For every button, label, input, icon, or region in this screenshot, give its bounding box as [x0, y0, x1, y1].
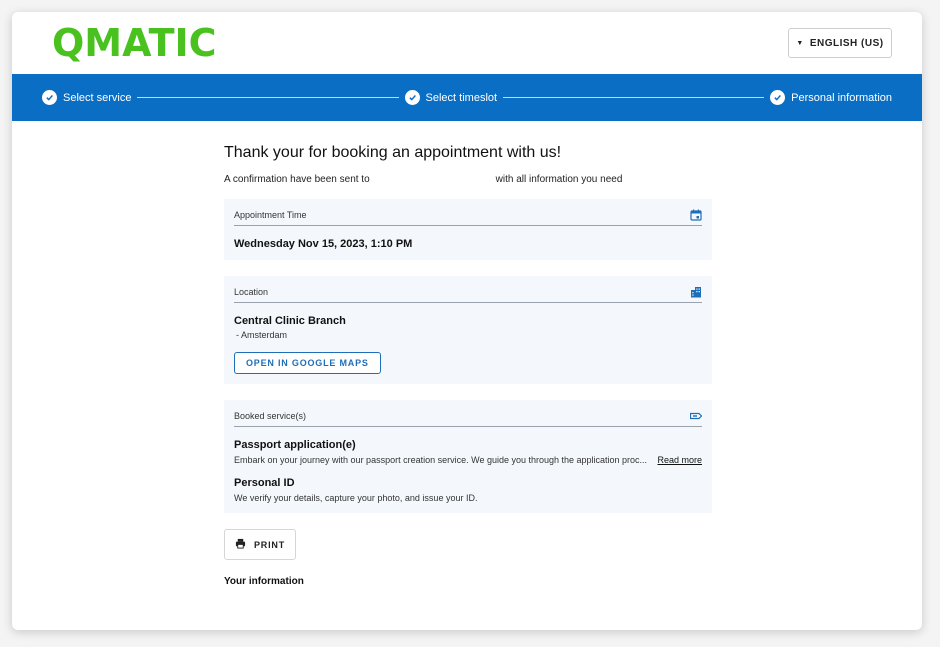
confirmation-content: Thank your for booking an appointment wi…	[224, 144, 712, 587]
card-label: Booked service(s)	[234, 411, 307, 421]
redacted-email	[370, 174, 496, 185]
location-card: Location Central Clinic Branch - Amsterd…	[224, 276, 712, 384]
confirmation-prefix: A confirmation have been sent to	[224, 174, 370, 185]
card-header: Appointment Time	[234, 209, 702, 226]
card-header: Location	[234, 286, 702, 303]
step-label: Personal information	[791, 91, 892, 104]
step-label: Select service	[63, 91, 132, 104]
step-select-service[interactable]: Select service	[42, 90, 131, 105]
branch-name: Central Clinic Branch	[234, 315, 346, 327]
calendar-icon	[690, 209, 702, 221]
appointment-time-card: Appointment Time Wednesday Nov 15, 2023,…	[224, 199, 712, 260]
booked-services-card: Booked service(s) Passport application(e…	[224, 400, 712, 513]
read-more-link[interactable]: Read more	[657, 455, 702, 465]
ticket-icon	[690, 410, 702, 422]
qmatic-logo: QMATIC	[52, 21, 217, 65]
confirmation-suffix: with all information you need	[495, 174, 623, 185]
open-google-maps-button[interactable]: OPEN IN GOOGLE MAPS	[234, 352, 381, 374]
card-label: Location	[234, 287, 269, 297]
confirmation-text: A confirmation have been sent to with al…	[224, 174, 712, 185]
your-information-heading: Your information	[224, 576, 304, 587]
printer-icon	[235, 538, 246, 551]
appointment-datetime: Wednesday Nov 15, 2023, 1:10 PM	[234, 238, 413, 250]
caret-down-icon: ▼	[796, 39, 804, 47]
step-select-timeslot[interactable]: Select timeslot	[404, 90, 498, 105]
header: QMATIC ▼ ENGLISH (US)	[12, 12, 922, 74]
language-label: ENGLISH (US)	[809, 37, 884, 49]
service-title: Personal ID	[234, 477, 295, 489]
service-desc-text: Embark on your journey with our passport…	[234, 455, 648, 465]
building-icon	[690, 286, 702, 298]
progress-stepper: Select service Select timeslot Personal …	[12, 74, 922, 121]
service-description: Embark on your journey with our passport…	[234, 455, 702, 465]
service-desc-text: We verify your details, capture your pho…	[234, 493, 478, 503]
check-circle-icon	[770, 90, 786, 105]
card-header: Booked service(s)	[234, 410, 702, 427]
service-title: Passport application(e)	[234, 439, 356, 451]
service-description: We verify your details, capture your pho…	[234, 493, 702, 503]
step-personal-information[interactable]: Personal information	[770, 90, 892, 105]
step-connector	[137, 97, 399, 98]
print-label: PRINT	[254, 539, 285, 550]
print-button[interactable]: PRINT	[224, 529, 296, 560]
step-label: Select timeslot	[425, 91, 498, 104]
check-circle-icon	[42, 90, 57, 105]
branch-city: - Amsterdam	[236, 330, 288, 340]
step-connector	[503, 97, 765, 98]
language-selector[interactable]: ▼ ENGLISH (US)	[788, 28, 892, 58]
app-window: QMATIC ▼ ENGLISH (US) Select service Sel…	[12, 12, 922, 630]
card-label: Appointment Time	[234, 210, 307, 220]
check-circle-icon	[404, 90, 420, 105]
page-title: Thank your for booking an appointment wi…	[224, 144, 562, 161]
